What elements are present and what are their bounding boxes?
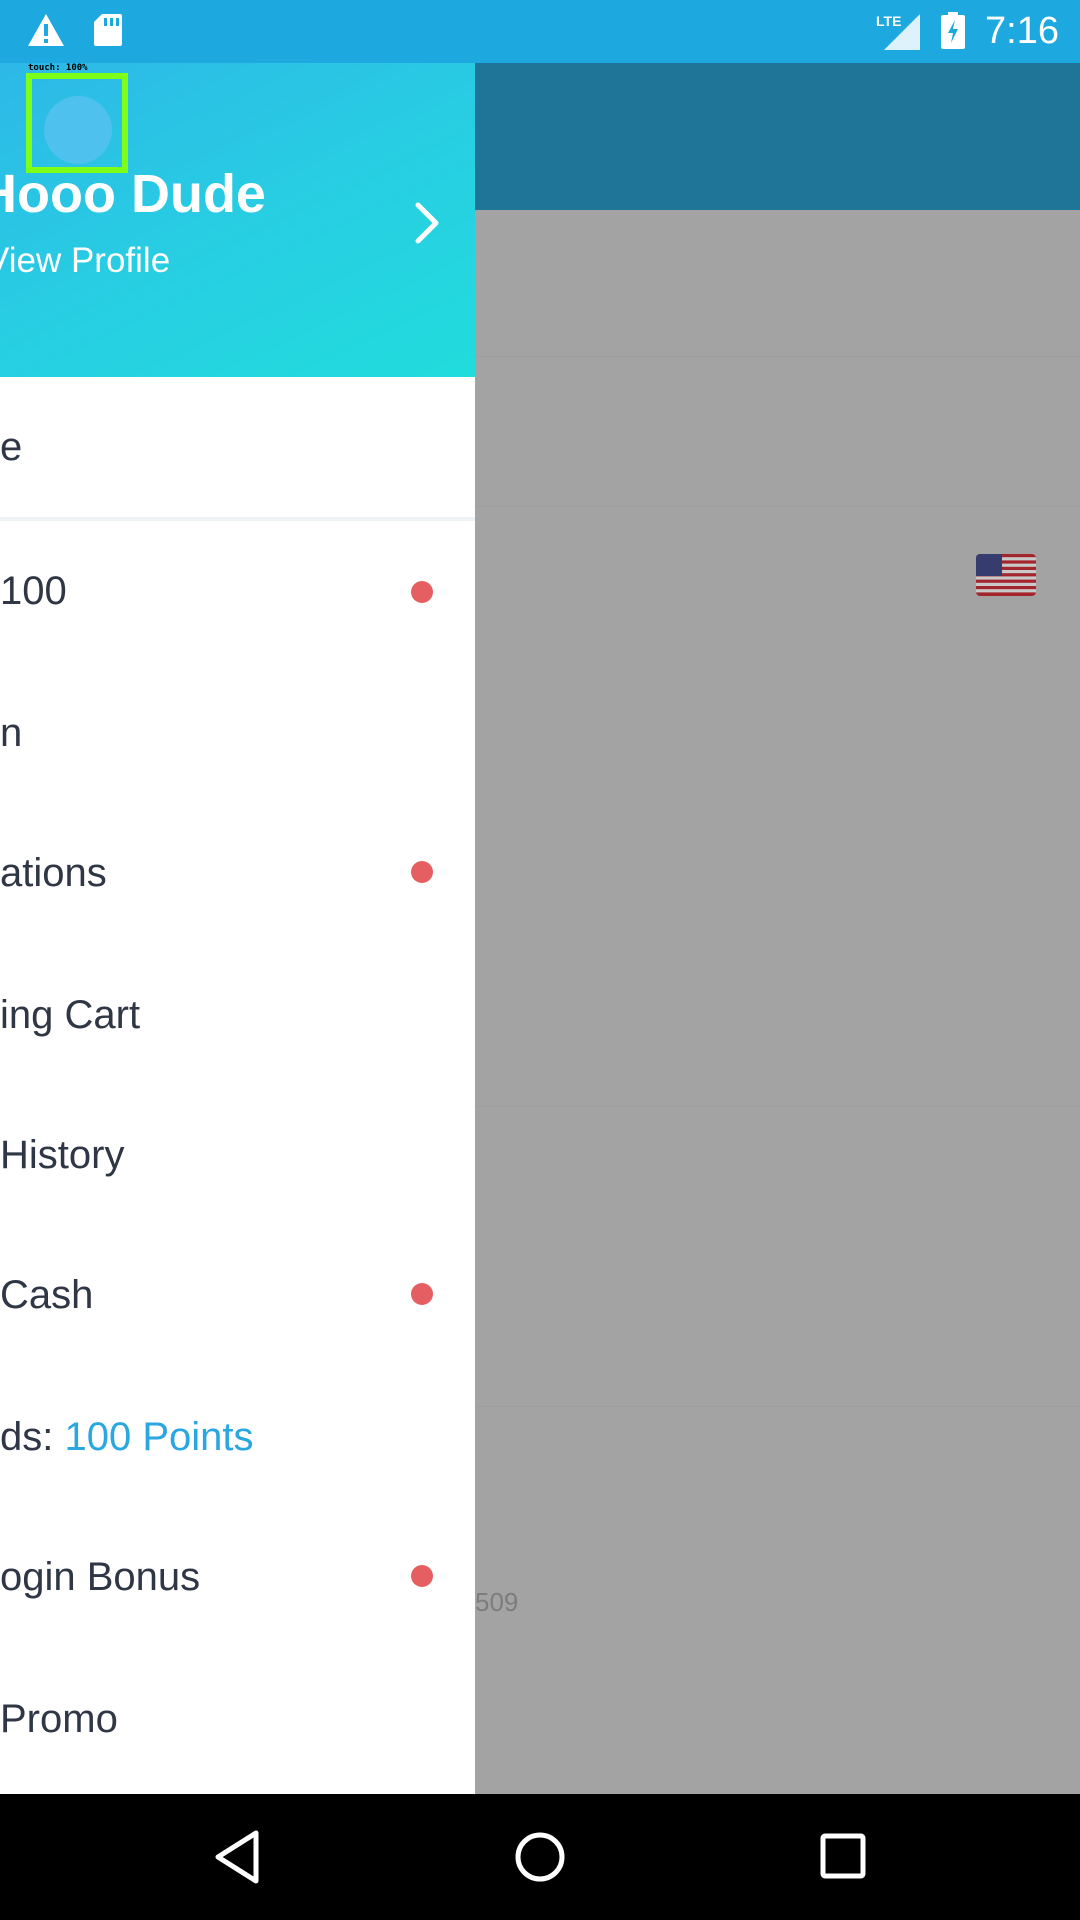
view-profile-link[interactable]: View Profile bbox=[0, 241, 170, 281]
lte-signal-icon: LTE bbox=[876, 10, 922, 57]
back-icon[interactable] bbox=[214, 1830, 260, 1889]
menu-item-shopping-cart[interactable]: ing Cart bbox=[0, 941, 475, 1081]
touch-indicator bbox=[26, 73, 128, 173]
menu-item-cash[interactable]: Cash bbox=[0, 1221, 475, 1361]
us-flag-icon[interactable] bbox=[976, 554, 1036, 596]
notification-dot bbox=[411, 861, 433, 883]
menu-item-label: ations bbox=[0, 851, 107, 895]
background-text: 509 bbox=[475, 1587, 519, 1617]
svg-text:LTE: LTE bbox=[876, 13, 901, 29]
menu-item-history[interactable]: History bbox=[0, 1081, 475, 1221]
menu-item-label: 100 bbox=[0, 569, 67, 613]
menu-item-label: ds: 100 Points bbox=[0, 1415, 254, 1460]
menu-item-label: Promo bbox=[0, 1697, 118, 1741]
row-divider bbox=[475, 506, 1080, 507]
battery-charging-icon bbox=[940, 12, 966, 55]
row-divider bbox=[475, 1406, 1080, 1407]
menu-item-home[interactable]: e bbox=[0, 377, 475, 517]
menu-item-label: n bbox=[0, 711, 23, 755]
navigation-drawer: touch: 100% Hooo Dude View Profile e 100… bbox=[0, 63, 475, 1794]
rewards-label: ds: bbox=[0, 1415, 65, 1459]
drawer-header[interactable]: touch: 100% Hooo Dude View Profile bbox=[0, 63, 475, 377]
menu-item-label: e bbox=[0, 425, 23, 469]
clock: 7:16 bbox=[985, 10, 1059, 52]
menu-item-100[interactable]: 100 bbox=[0, 521, 475, 661]
app-toolbar bbox=[475, 63, 1080, 210]
sd-card-icon bbox=[92, 12, 124, 53]
menu-item-label: History bbox=[0, 1133, 125, 1177]
user-name: Hooo Dude bbox=[0, 164, 266, 224]
recents-icon[interactable] bbox=[820, 1830, 866, 1889]
warning-icon bbox=[26, 12, 66, 53]
menu-item-n[interactable]: n bbox=[0, 661, 475, 801]
notification-dot bbox=[411, 1283, 433, 1305]
menu-item-label: ogin Bonus bbox=[0, 1555, 201, 1599]
touch-indicator-label: touch: 100% bbox=[28, 63, 88, 73]
menu-item-login-bonus[interactable]: ogin Bonus bbox=[0, 1501, 475, 1641]
system-nav-bar bbox=[0, 1794, 1080, 1920]
chevron-right-icon[interactable] bbox=[412, 199, 442, 252]
status-bar: LTE 7:16 bbox=[0, 0, 1080, 63]
menu-item-label: ing Cart bbox=[0, 993, 141, 1037]
menu-item-label: Cash bbox=[0, 1273, 94, 1317]
notification-dot bbox=[411, 1565, 433, 1587]
home-icon[interactable] bbox=[514, 1830, 566, 1889]
menu-item-notifications[interactable]: ations bbox=[0, 801, 475, 941]
menu-item-rewards[interactable]: ds: 100 Points bbox=[0, 1361, 475, 1501]
notification-dot bbox=[411, 581, 433, 603]
row-divider bbox=[475, 1106, 1080, 1107]
rewards-points: 100 Points bbox=[64, 1415, 254, 1459]
row-divider bbox=[475, 356, 1080, 357]
menu-item-promo[interactable]: Promo bbox=[0, 1641, 475, 1781]
